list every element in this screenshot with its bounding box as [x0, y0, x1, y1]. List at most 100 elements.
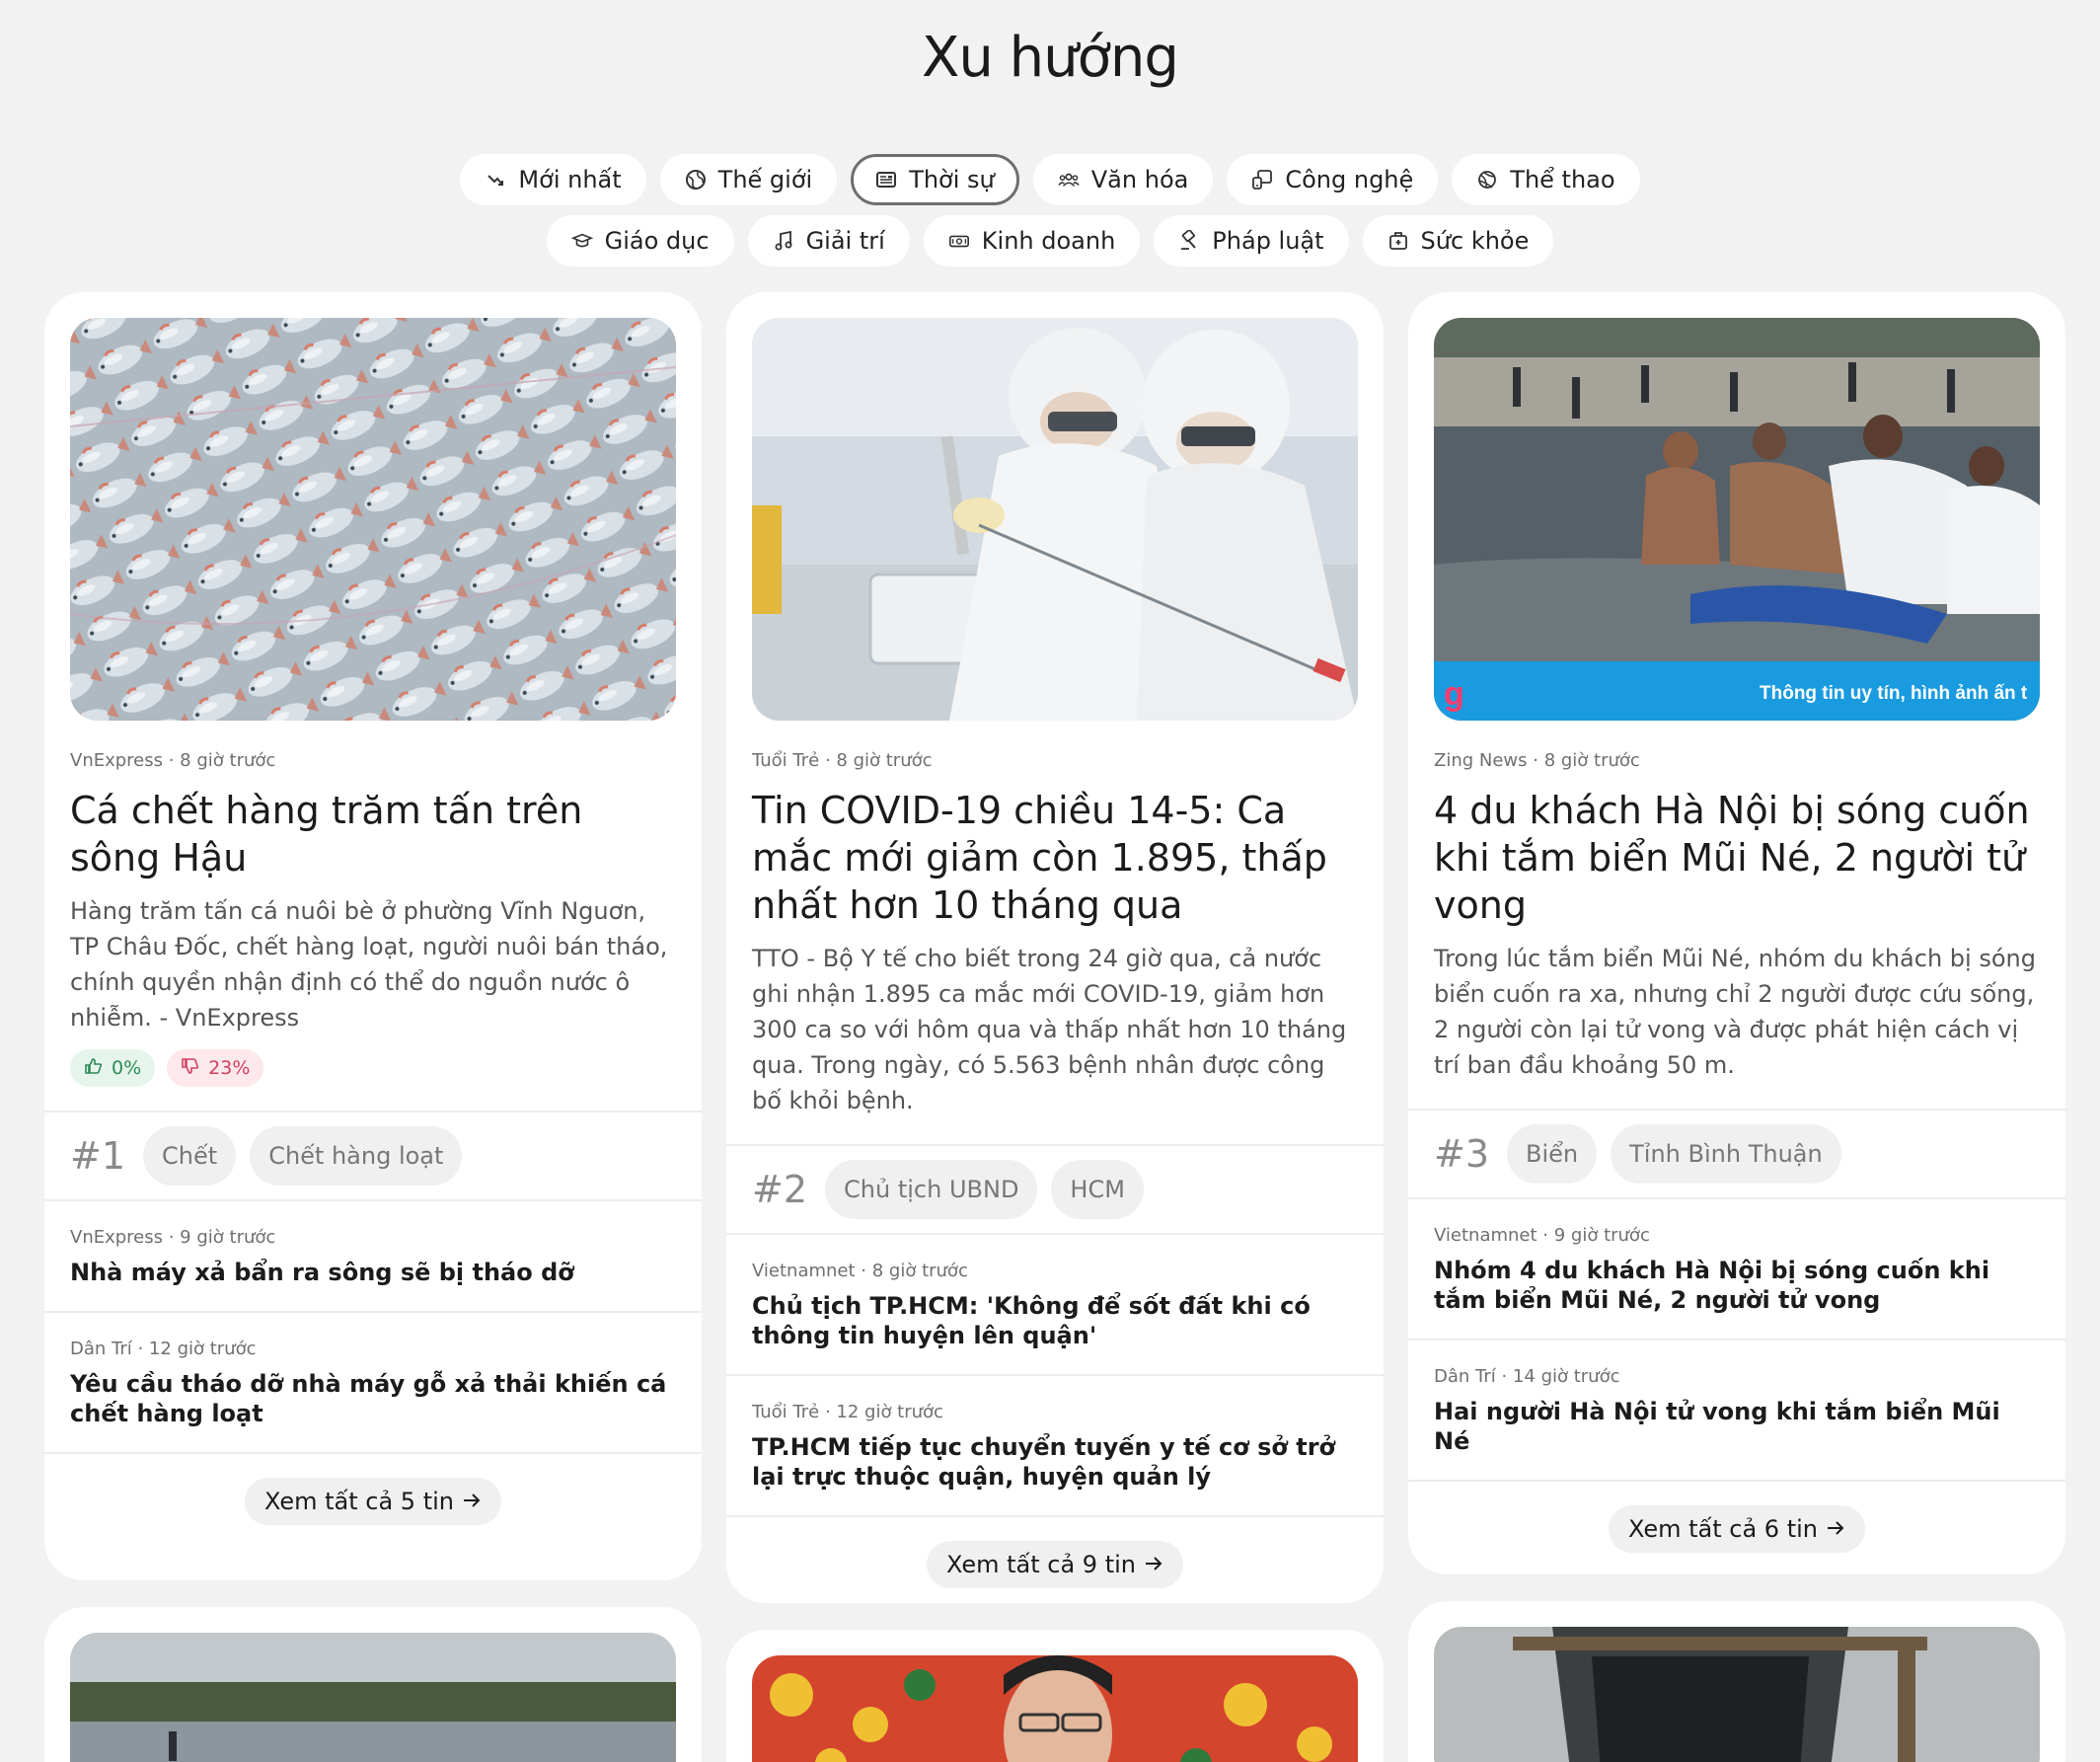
tag-chip[interactable]: HCM: [1051, 1160, 1144, 1219]
filter-giai-tri[interactable]: Giải trí: [747, 215, 910, 267]
filter-label: Pháp luật: [1212, 227, 1324, 255]
related-title[interactable]: Nhà máy xả bẩn ra sông sẽ bị tháo dỡ: [70, 1258, 676, 1287]
thumbs-up-icon: [84, 1056, 104, 1081]
page-title: Xu hướng: [922, 26, 1179, 90]
related-article[interactable]: Vietnamnet · 9 giờ trước Nhóm 4 du khách…: [1408, 1199, 2065, 1341]
filter-van-hoa[interactable]: Văn hóa: [1032, 154, 1214, 205]
related-article[interactable]: Tuổi Trẻ · 12 giờ trước TP.HCM tiếp tục …: [726, 1376, 1384, 1517]
tag-chip[interactable]: Chết hàng loạt: [250, 1126, 463, 1186]
music-note-icon: [773, 230, 794, 252]
category-filters-row-2: Giáo dục Giải trí Kinh doanh Pháp luật S…: [0, 215, 2100, 267]
filter-label: Thế giới: [717, 166, 813, 193]
article-headline[interactable]: Tin COVID-19 chiều 14-5: Ca mắc mới giảm…: [752, 787, 1358, 929]
article-summary: TTO - Bộ Y tế cho biết trong 24 giờ qua,…: [752, 945, 1347, 1114]
related-source: VnExpress · 9 giờ trước: [70, 1227, 276, 1248]
category-filters-row-1: Mới nhất Thế giới Thời sự Văn hóa Công n…: [0, 154, 2100, 205]
article-image[interactable]: [752, 318, 1358, 721]
related-article[interactable]: Vietnamnet · 8 giờ trước Chủ tịch TP.HCM…: [726, 1235, 1384, 1376]
article-summary: Trong lúc tắm biển Mũi Né, nhóm du khách…: [1434, 945, 2036, 1079]
tag-chip[interactable]: Tỉnh Bình Thuận: [1611, 1124, 1841, 1184]
related-source: Tuổi Trẻ · 12 giờ trước: [752, 1402, 943, 1422]
trending-icon: [485, 169, 506, 191]
filter-label: Mới nhất: [518, 166, 622, 193]
filter-label: Giải trí: [805, 227, 885, 255]
devices-icon: [1251, 169, 1273, 191]
filter-label: Văn hóa: [1090, 166, 1189, 193]
filter-label: Kinh doanh: [981, 227, 1116, 255]
filter-thoi-su[interactable]: Thời sự: [851, 154, 1019, 205]
tag-chip[interactable]: Chết: [143, 1126, 237, 1186]
article-headline[interactable]: 4 du khách Hà Nội bị sóng cuốn khi tắm b…: [1434, 787, 2040, 929]
article-image[interactable]: [1434, 1627, 2040, 1762]
rank-number: #3: [1434, 1132, 1490, 1176]
article-image[interactable]: [752, 1655, 1358, 1762]
see-all-wrap: Xem tất cả 9 tin: [726, 1517, 1384, 1588]
related-article[interactable]: VnExpress · 9 giờ trước Nhà máy xả bẩn r…: [44, 1201, 702, 1313]
article-image[interactable]: [70, 1633, 676, 1762]
filter-kinh-doanh[interactable]: Kinh doanh: [923, 215, 1141, 267]
filter-giao-duc[interactable]: Giáo dục: [546, 215, 734, 267]
dislike-percent: 23%: [208, 1057, 251, 1079]
filter-moi-nhat[interactable]: Mới nhất: [460, 154, 646, 205]
see-all-label: Xem tất cả 6 tin: [1627, 1515, 1818, 1543]
filter-phap-luat[interactable]: Pháp luật: [1154, 215, 1349, 267]
see-all-button[interactable]: Xem tất cả 6 tin: [1608, 1505, 1865, 1553]
article-headline[interactable]: Cá chết hàng trăm tấn trên sông Hậu: [70, 787, 676, 881]
article-source: Zing News · 8 giờ trước: [1434, 750, 1640, 771]
arrow-right-icon: [1144, 1551, 1163, 1578]
dislike-button[interactable]: 23%: [167, 1049, 264, 1087]
tag-chip[interactable]: Chủ tịch UBND: [825, 1160, 1038, 1219]
see-all-label: Xem tất cả 9 tin: [945, 1551, 1136, 1578]
article-image[interactable]: [70, 318, 676, 721]
related-title[interactable]: TP.HCM tiếp tục chuyển tuyến y tế cơ sở …: [752, 1432, 1358, 1492]
related-title[interactable]: Hai người Hà Nội tử vong khi tắm biển Mũ…: [1434, 1397, 2040, 1456]
rank-number: #1: [70, 1134, 126, 1178]
related-title[interactable]: Nhóm 4 du khách Hà Nội bị sóng cuốn khi …: [1434, 1256, 2040, 1315]
tag-bar: #2 Chủ tịch UBND HCM: [726, 1144, 1384, 1235]
filter-the-thao[interactable]: Thể thao: [1452, 154, 1640, 205]
tag-bar: #3 Biển Tỉnh Bình Thuận: [1408, 1109, 2065, 1199]
graduation-cap-icon: [570, 230, 593, 252]
like-button[interactable]: 0%: [70, 1049, 156, 1087]
cash-icon: [948, 230, 970, 252]
related-source: Vietnamnet · 9 giờ trước: [1434, 1225, 1650, 1246]
tag-chip[interactable]: Biển: [1507, 1124, 1598, 1184]
filter-suc-khoe[interactable]: Sức khỏe: [1362, 215, 1554, 267]
trend-card-3: g Thông tin uy tín, hình ảnh ấn t Zing N…: [1408, 292, 2065, 1574]
filter-cong-nghe[interactable]: Công nghệ: [1227, 154, 1439, 205]
rank-number: #2: [752, 1168, 808, 1211]
like-percent: 0%: [112, 1057, 142, 1079]
trend-card-5: [726, 1630, 1384, 1762]
related-title[interactable]: Chủ tịch TP.HCM: 'Không để sốt đất khi c…: [752, 1291, 1358, 1350]
filter-label: Thời sự: [909, 166, 995, 193]
trending-page: Xu hướng Mới nhất Thế giới Thời sự Văn h…: [0, 0, 2100, 1762]
image-caption: Thông tin uy tín, hình ảnh ấn t: [1760, 683, 2028, 704]
trend-card-6: [1408, 1601, 2065, 1762]
filter-label: Giáo dục: [604, 227, 710, 255]
arrow-right-icon: [462, 1488, 482, 1515]
related-article[interactable]: Dân Trí · 14 giờ trước Hai người Hà Nội …: [1408, 1341, 2065, 1482]
see-all-label: Xem tất cả 5 tin: [263, 1488, 454, 1515]
arrow-right-icon: [1826, 1515, 1845, 1543]
newspaper-icon: [875, 169, 897, 191]
globe-icon: [685, 169, 707, 191]
ball-icon: [1476, 169, 1498, 191]
related-source: Dân Trí · 12 giờ trước: [70, 1339, 257, 1359]
filter-label: Công nghệ: [1285, 166, 1414, 193]
thumbs-down-icon: [181, 1056, 200, 1081]
trend-card-4: [44, 1607, 702, 1762]
see-all-button[interactable]: Xem tất cả 5 tin: [244, 1478, 501, 1525]
trend-card-1: VnExpress · 8 giờ trước Cá chết hàng tră…: [44, 292, 702, 1580]
related-source: Dân Trí · 14 giờ trước: [1434, 1366, 1620, 1387]
filter-label: Thể thao: [1510, 166, 1615, 193]
article-image[interactable]: g Thông tin uy tín, hình ảnh ấn t: [1434, 318, 2040, 721]
filter-the-gioi[interactable]: Thế giới: [659, 154, 838, 205]
related-article[interactable]: Dân Trí · 12 giờ trước Yêu cầu tháo dỡ n…: [44, 1313, 702, 1454]
filter-label: Sức khỏe: [1420, 227, 1530, 255]
article-source: VnExpress · 8 giờ trước: [70, 750, 276, 771]
reaction-bar: 0% 23%: [70, 1049, 676, 1087]
see-all-wrap: Xem tất cả 6 tin: [1408, 1482, 2065, 1553]
see-all-button[interactable]: Xem tất cả 9 tin: [926, 1541, 1183, 1588]
article-source: Tuổi Trẻ · 8 giờ trước: [752, 750, 933, 771]
related-title[interactable]: Yêu cầu tháo dỡ nhà máy gỗ xả thải khiến…: [70, 1369, 676, 1428]
